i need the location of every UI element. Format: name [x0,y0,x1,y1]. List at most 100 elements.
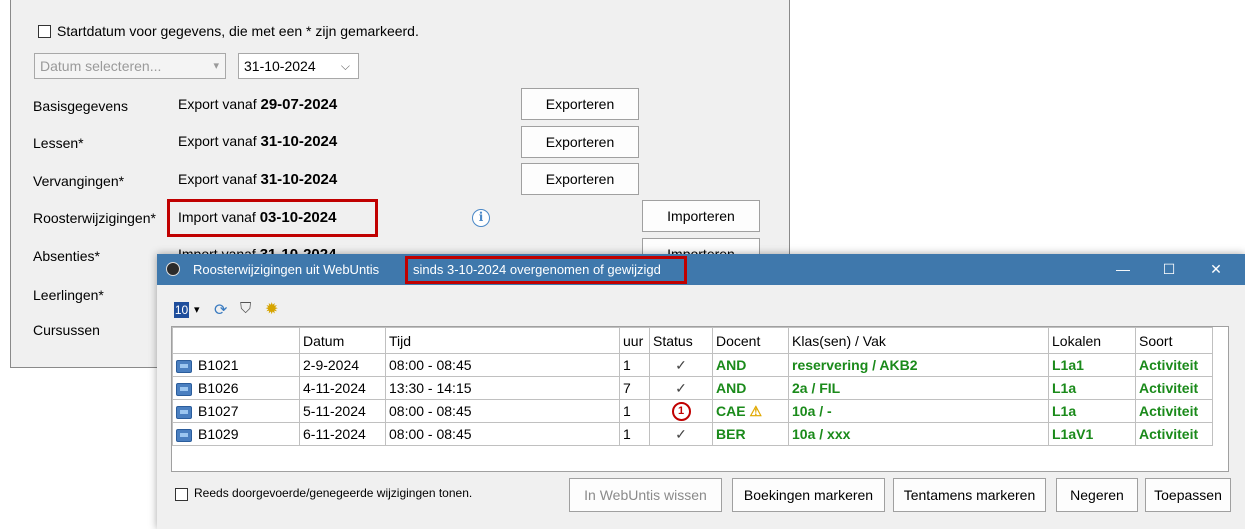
date-picker-value: 31-10-2024 [244,58,316,74]
filter-icon[interactable]: ⛉ [240,300,251,317]
date-select-dropdown[interactable]: Datum selecteren... ▾ [34,53,226,79]
status-checkmark-icon: ✓ [649,353,713,377]
row-label-leerlingen: Leerlingen* [33,287,104,303]
table-header-row: Datum Tijd uur Status Docent Klas(sen) /… [172,327,1213,354]
cell-lokalen: L1a [1048,376,1136,400]
dialog-title-highlight: sinds 3-10-2024 overgenomen of gewijzigd [413,262,661,277]
count-selector[interactable]: 10 [174,302,189,318]
cell-tijd: 08:00 - 08:45 [385,353,620,377]
close-icon[interactable]: ✕ [1201,258,1231,280]
column-header-tijd[interactable]: Tijd [385,327,620,354]
status-conflict-cell: 1 [649,399,713,423]
cell-soort: Activiteit [1135,399,1213,423]
table-row[interactable]: B1026 4-11-2024 13:30 - 14:15 7 ✓ AND 2a… [172,376,1213,400]
export-vervangingen-button[interactable]: Exporteren [521,163,639,195]
dialog-titlebar[interactable]: Roosterwijzigingen uit WebUntis sinds 3-… [157,254,1245,285]
cell-lokalen: L1a1 [1048,353,1136,377]
column-header-status[interactable]: Status [649,327,713,354]
cell-uur: 1 [619,422,650,446]
cell-uur: 7 [619,376,650,400]
chevron-down-icon: ⌵ [340,59,350,73]
column-header-uur[interactable]: uur [619,327,650,354]
refresh-icon[interactable]: ⟳ [214,300,227,320]
cell-id: B1021 [172,353,300,377]
status-checkmark-icon: ✓ [649,376,713,400]
minimize-icon[interactable]: — [1108,258,1138,280]
row-label-lessen: Lessen* [33,135,84,151]
roosterwijzigingen-dialog: Roosterwijzigingen uit WebUntis sinds 3-… [157,254,1245,529]
cell-datum: 5-11-2024 [299,399,386,423]
row-label-absenties: Absenties* [33,248,100,264]
cell-soort: Activiteit [1135,422,1213,446]
lesson-icon [176,428,192,442]
lesson-icon [176,359,192,373]
export-basisgegevens-button[interactable]: Exporteren [521,88,639,120]
row-value-lessen: Export vanaf 31-10-2024 [178,133,338,150]
row-label-cursussen: Cursussen [33,322,100,338]
row-value-roosterwijzigingen: Import vanaf 03-10-2024 [178,209,337,226]
changes-table: Datum Tijd uur Status Docent Klas(sen) /… [172,327,1213,446]
column-header-lokalen[interactable]: Lokalen [1048,327,1136,354]
cell-lokalen: L1aV1 [1048,422,1136,446]
row-label-basisgegevens: Basisgegevens [33,98,128,114]
import-roosterwijzigingen-button[interactable]: Importeren [642,200,760,232]
cell-tijd: 08:00 - 08:45 [385,422,620,446]
row-value-vervangingen: Export vanaf 31-10-2024 [178,171,338,188]
cell-klas-vak: 2a / FIL [788,376,1049,400]
column-header-id[interactable] [172,327,300,354]
row-value-basisgegevens: Export vanaf 29-07-2024 [178,96,338,113]
row-label-vervangingen: Vervangingen* [33,173,125,189]
maximize-icon[interactable]: ☐ [1154,258,1184,280]
table-row[interactable]: B1021 2-9-2024 08:00 - 08:45 1 ✓ AND res… [172,353,1213,377]
cell-tijd: 13:30 - 14:15 [385,376,620,400]
column-header-klas-vak[interactable]: Klas(sen) / Vak [788,327,1049,354]
lesson-icon [176,405,192,419]
cell-tijd: 08:00 - 08:45 [385,399,620,423]
cell-id: B1026 [172,376,300,400]
settings-gear-icon[interactable]: ✹ [265,299,278,319]
mark-exams-button[interactable]: Tentamens markeren [893,478,1046,512]
cell-docent: CAE ⚠ [712,399,789,423]
cell-soort: Activiteit [1135,353,1213,377]
table-row[interactable]: B1029 6-11-2024 08:00 - 08:45 1 ✓ BER 10… [172,422,1213,446]
lesson-icon [176,382,192,396]
conflict-number-icon: 1 [671,402,691,421]
cell-docent: BER [712,422,789,446]
export-lessen-button[interactable]: Exporteren [521,126,639,158]
cell-klas-vak: 10a / xxx [788,422,1049,446]
dialog-title: Roosterwijzigingen uit WebUntis [193,262,380,277]
cell-uur: 1 [619,399,650,423]
cell-klas-vak: reservering / AKB2 [788,353,1049,377]
ignore-button[interactable]: Negeren [1056,478,1138,512]
cell-soort: Activiteit [1135,376,1213,400]
column-header-soort[interactable]: Soort [1135,327,1213,354]
column-header-datum[interactable]: Datum [299,327,386,354]
row-label-roosterwijzigingen: Roosterwijzigingen* [33,210,156,226]
cell-docent: AND [712,376,789,400]
show-done-checkbox[interactable] [175,488,188,501]
cell-datum: 4-11-2024 [299,376,386,400]
date-select-placeholder: Datum selecteren... [40,58,162,74]
cell-lokalen: L1a [1048,399,1136,423]
startdate-checkbox-label: Startdatum voor gegevens, die met een * … [57,23,419,39]
count-dropdown-arrow-icon[interactable]: ▾ [194,303,200,316]
dropdown-arrow-icon: ▾ [213,60,219,72]
startdate-checkbox[interactable] [38,25,51,38]
changes-grid: Datum Tijd uur Status Docent Klas(sen) /… [171,326,1229,472]
date-picker[interactable]: 31-10-2024 ⌵ [238,53,359,79]
warning-icon: ⚠ [749,402,763,419]
mark-bookings-button[interactable]: Boekingen markeren [732,478,885,512]
cell-klas-vak: 10a / - [788,399,1049,423]
column-header-docent[interactable]: Docent [712,327,789,354]
apply-button[interactable]: Toepassen [1145,478,1231,512]
table-row[interactable]: B1027 5-11-2024 08:00 - 08:45 1 1 CAE ⚠ … [172,399,1213,423]
cell-datum: 6-11-2024 [299,422,386,446]
cell-id: B1027 [172,399,300,423]
status-checkmark-icon: ✓ [649,422,713,446]
info-icon[interactable]: i [472,209,490,227]
app-logo-icon [166,262,180,276]
cell-docent: AND [712,353,789,377]
cell-uur: 1 [619,353,650,377]
delete-in-webuntis-button[interactable]: In WebUntis wissen [569,478,722,512]
cell-datum: 2-9-2024 [299,353,386,377]
